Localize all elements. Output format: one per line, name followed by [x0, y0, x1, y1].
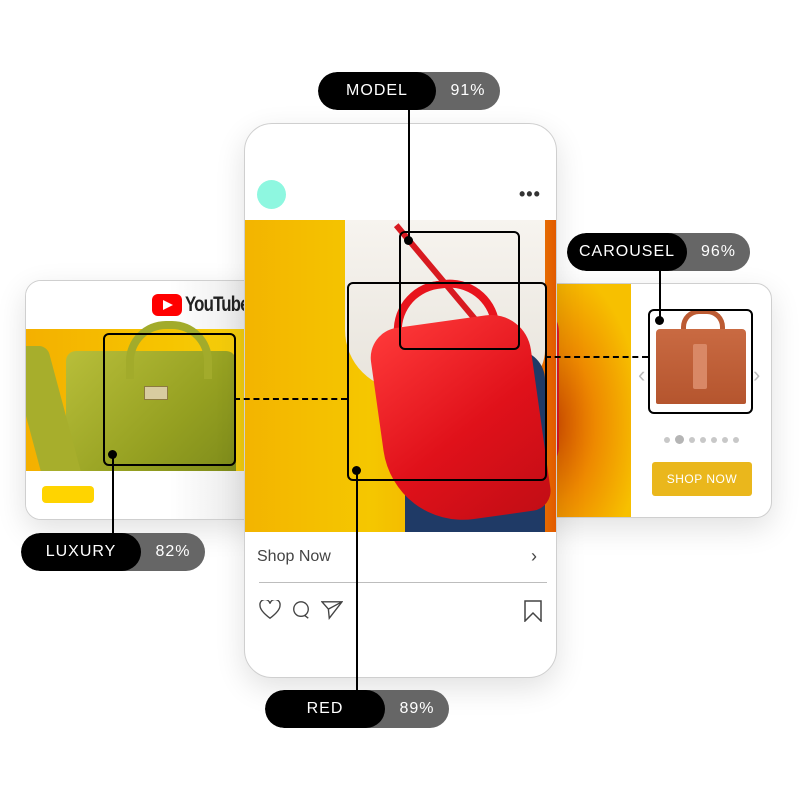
- avatar[interactable]: [257, 180, 286, 209]
- label-name: LUXURY: [21, 533, 141, 571]
- carousel-pin: [655, 316, 664, 325]
- post-actions: [259, 600, 343, 620]
- youtube-wordmark: YouTube: [185, 293, 250, 316]
- carousel-dot[interactable]: [664, 436, 670, 443]
- youtube-cta-button[interactable]: [42, 486, 94, 503]
- model-connector: [408, 108, 410, 240]
- luxury-pin: [108, 450, 117, 459]
- youtube-footer: [26, 471, 266, 519]
- shop-now-button[interactable]: SHOP NOW: [652, 462, 752, 496]
- red-pin: [352, 466, 361, 475]
- luxury-to-red-dashed-link: [234, 398, 347, 400]
- label-name: RED: [265, 690, 385, 728]
- youtube-play-icon: [152, 294, 182, 316]
- carousel-dot[interactable]: [675, 435, 684, 444]
- carousel-pagination: [664, 435, 739, 444]
- carousel-detection-box: [648, 309, 753, 414]
- share-icon[interactable]: [321, 600, 343, 620]
- model-pin: [404, 236, 413, 245]
- red-label: RED 89%: [265, 690, 449, 728]
- luxury-detection-box: [103, 333, 236, 466]
- red-detection-box: [347, 282, 547, 481]
- chevron-left-icon[interactable]: ‹: [638, 362, 645, 388]
- divider: [259, 582, 547, 583]
- label-name: CAROUSEL: [567, 233, 687, 271]
- red-connector: [356, 470, 358, 690]
- carousel-label: CAROUSEL 96%: [567, 233, 750, 271]
- carousel-dot[interactable]: [733, 436, 739, 443]
- red-to-carousel-dashed-link: [545, 356, 648, 358]
- carousel-dot[interactable]: [711, 436, 717, 443]
- carousel-dot[interactable]: [700, 436, 706, 443]
- luxury-label: LUXURY 82%: [21, 533, 205, 571]
- chevron-right-icon[interactable]: ›: [531, 546, 537, 567]
- bookmark-icon[interactable]: [524, 600, 542, 622]
- model-label: MODEL 91%: [318, 72, 500, 110]
- luxury-connector: [112, 455, 114, 535]
- carousel-dot[interactable]: [689, 436, 695, 443]
- shop-now-link[interactable]: Shop Now: [257, 548, 331, 566]
- more-options-icon[interactable]: •••: [519, 184, 541, 205]
- comment-icon[interactable]: [291, 600, 311, 620]
- carousel-dot[interactable]: [722, 436, 728, 443]
- youtube-header: YouTube: [26, 281, 266, 329]
- label-name: MODEL: [318, 72, 436, 110]
- carousel-connector: [659, 270, 661, 320]
- heart-icon[interactable]: [259, 600, 281, 620]
- chevron-right-icon[interactable]: ›: [753, 362, 760, 388]
